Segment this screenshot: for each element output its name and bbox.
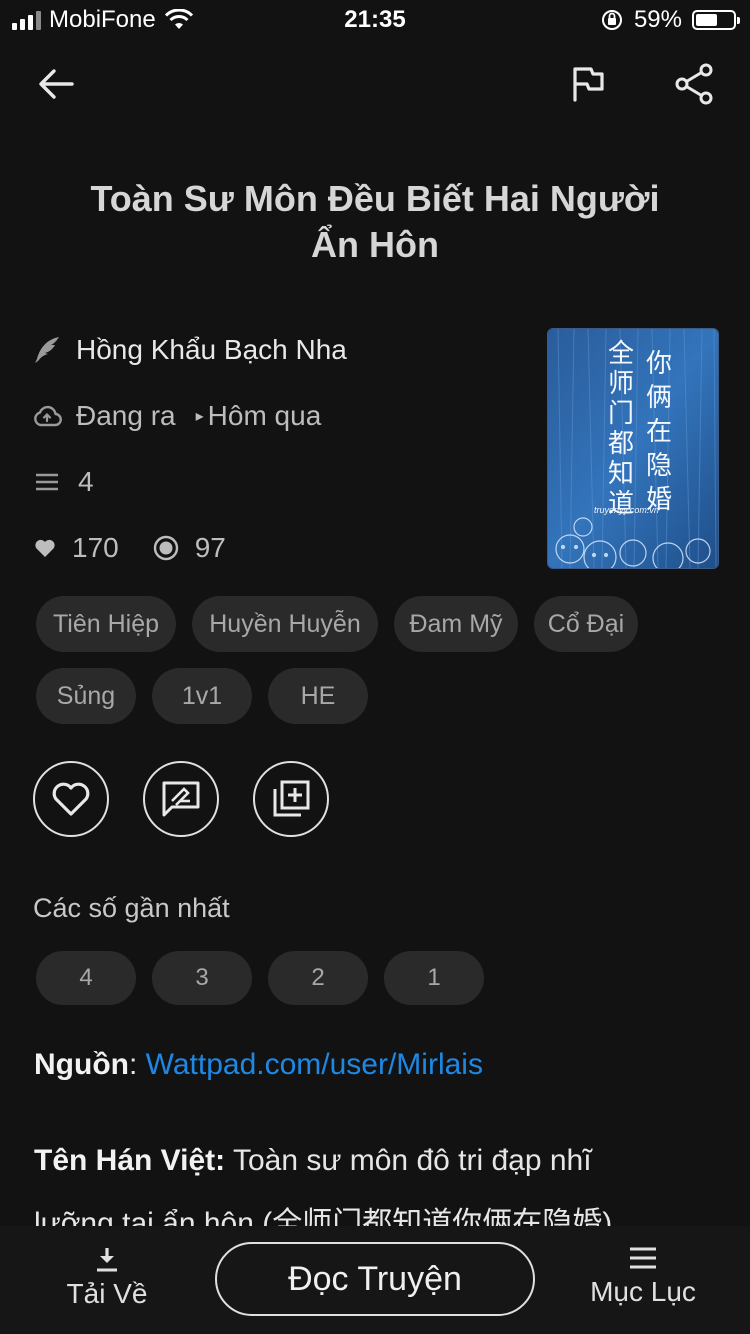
han-viet-label: Tên Hán Việt: [34,1144,226,1177]
recent-chapter-chip[interactable]: 4 [36,951,136,1005]
caret-icon: ▸ [195,408,204,425]
han-viet-line: Tên Hán Việt: Toàn sư môn đô tri đạp nhĩ [34,1144,724,1178]
download-icon [97,1248,117,1272]
arrow-left-icon [39,69,74,99]
status-bar: MobiFone 21:35 59% [0,0,750,42]
stats-row: 170 97 [32,528,226,568]
chapter-count-row: 4 [32,462,94,502]
cover-title-left: 全师门都知道 [608,339,635,519]
han-viet-value: Toàn sư môn đô tri đạp nhĩ [232,1144,592,1177]
author-row[interactable]: Hồng Khẩu Bạch Nha [32,330,347,370]
report-button[interactable] [562,58,614,110]
back-button[interactable] [30,58,82,110]
eye-icon [153,535,178,561]
recent-chapters-label: Các số gần nhất [33,893,230,923]
heart-small-icon [35,539,55,557]
battery-fill [696,14,718,26]
status-row: Đang ra ▸ Hôm qua [32,396,321,436]
table-of-contents-button[interactable]: Mục Lục [563,1226,723,1308]
tag-chip[interactable]: Huyền Huyễn [192,596,378,652]
battery-percent: 59% [633,6,682,33]
flag-icon [573,67,604,102]
tag-chip[interactable]: Cổ Đại [534,596,638,652]
status-right: 59% [600,6,740,34]
last-updated: Hôm qua [207,400,322,431]
add-to-library-icon [273,780,310,817]
publish-status: Đang ra [76,400,176,431]
heart-icon [52,782,90,816]
like-count: 170 [72,532,119,563]
orientation-lock-icon [601,10,622,30]
cloud-upload-icon [34,405,62,427]
comment-button[interactable] [143,761,219,837]
tag-chip[interactable]: 1v1 [152,668,252,724]
quill-icon [35,337,59,363]
download-label: Tải Về [66,1278,148,1309]
book-title: Toàn Sư Môn Đều Biết Hai Người Ẩn Hôn [40,176,710,268]
like-button[interactable] [33,761,109,837]
book-cover[interactable]: 全师门都知道 你俩在隐婚 truyenyy.com.vn [547,328,719,569]
cover-site: truyenyy.com.vn [594,505,659,515]
battery-icon [692,10,740,30]
read-button[interactable]: Đọc Truyện [215,1242,535,1316]
add-to-library-button[interactable] [253,761,329,837]
tag-chip[interactable]: Tiên Hiệp [36,596,176,652]
view-count: 97 [194,532,226,563]
source-separator: : [128,1048,138,1081]
bottom-bar: Tải Về Đọc Truyện Mục Lục [0,1226,750,1334]
table-of-contents-label: Mục Lục [590,1276,696,1307]
source-label: Nguồn [34,1048,129,1081]
author-name: Hồng Khẩu Bạch Nha [76,334,347,365]
recent-chapter-chip[interactable]: 1 [384,951,484,1005]
share-icon [675,63,713,105]
comment-icon [162,781,200,817]
list-icon [36,473,58,491]
book-title-line2: Ẩn Hôn [311,224,439,265]
recent-chapter-chip[interactable]: 2 [268,951,368,1005]
source-link[interactable]: Wattpad.com/user/Mirlais [146,1048,483,1081]
recent-chapter-chip[interactable]: 3 [152,951,252,1005]
cover-title-right: 你俩在隐婚 [646,349,673,515]
download-button[interactable]: Tải Về [27,1226,187,1310]
menu-icon [630,1247,656,1269]
chapter-count: 4 [78,466,94,497]
tag-chip[interactable]: Đam Mỹ [394,596,518,652]
source-line: Nguồn: Wattpad.com/user/Mirlais [34,1048,724,1082]
tag-chip[interactable]: Sủng [36,668,136,724]
book-title-line1: Toàn Sư Môn Đều Biết Hai Người [90,178,660,219]
share-button[interactable] [668,58,720,110]
tag-chip[interactable]: HE [268,668,368,724]
